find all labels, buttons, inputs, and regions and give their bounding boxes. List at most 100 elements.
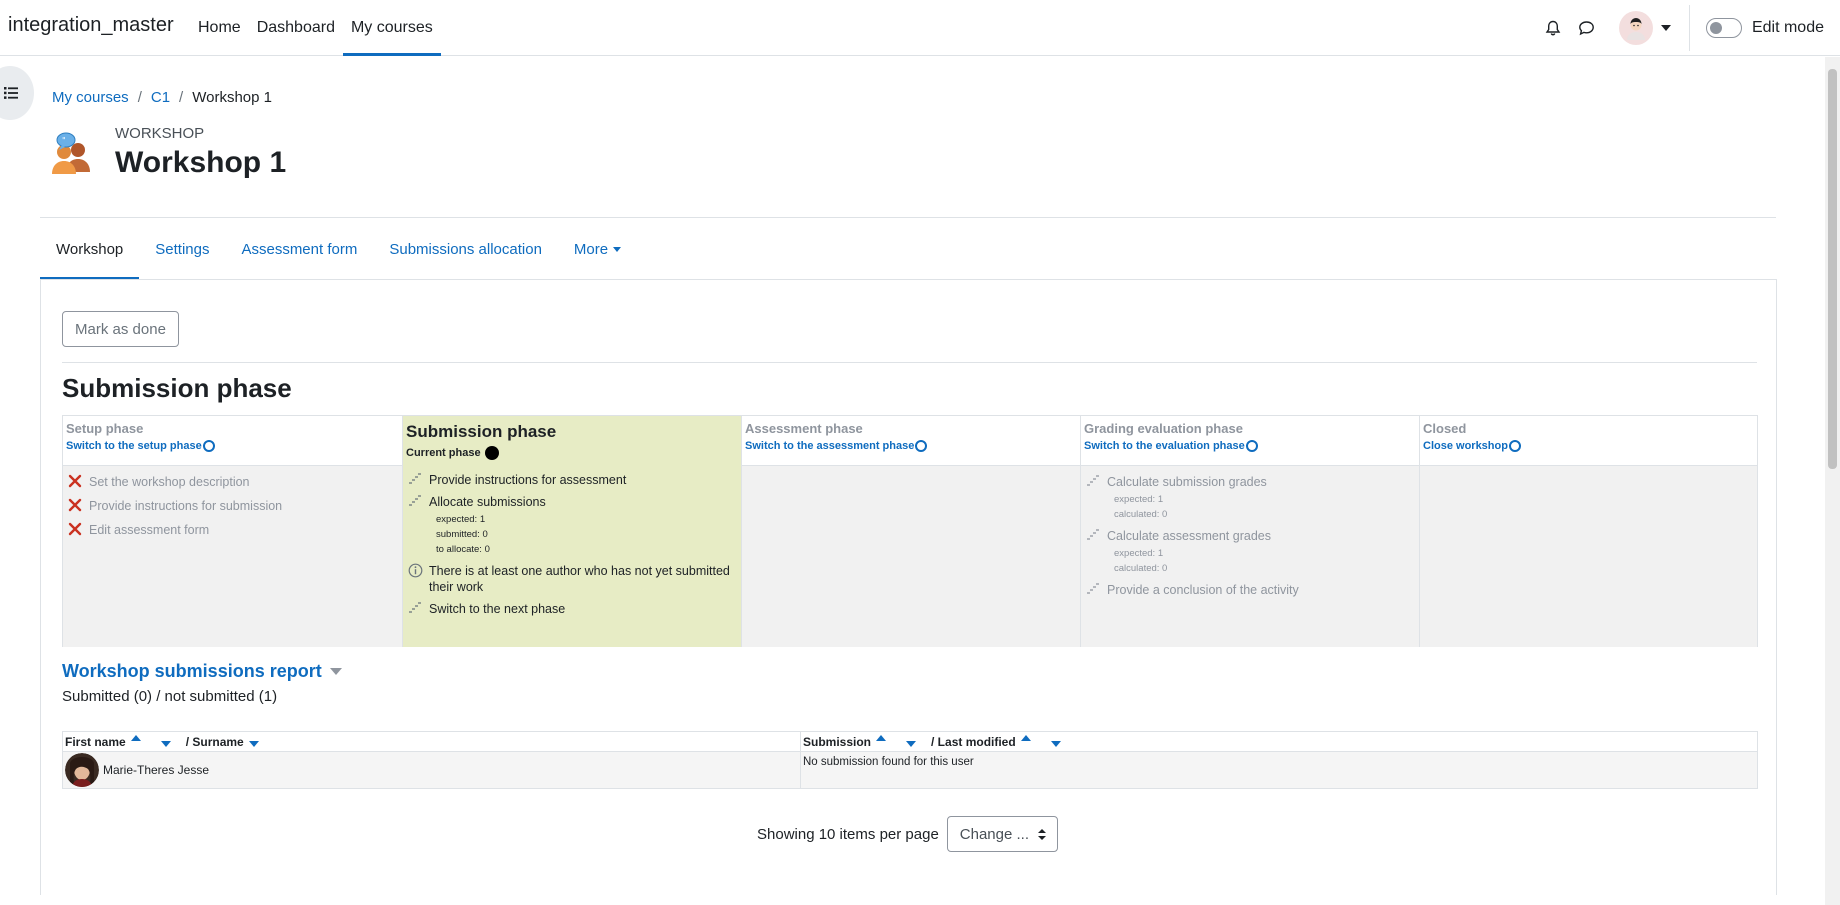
task-item: Set the workshop description	[68, 474, 397, 492]
messages-chat-icon[interactable]	[1571, 12, 1603, 44]
tab-assessment-form[interactable]: Assessment form	[225, 218, 373, 280]
notifications-bell-icon[interactable]	[1537, 12, 1569, 44]
workshop-icon: "	[50, 130, 94, 174]
sort-desc-icon[interactable]	[906, 740, 917, 747]
phase-header: Grading evaluation phase Switch to the e…	[1081, 416, 1419, 466]
close-workshop-link[interactable]: Close workshop	[1423, 440, 1754, 452]
breadcrumb-my-courses[interactable]: My courses	[52, 89, 129, 106]
site-brand[interactable]: integration_master	[8, 14, 174, 37]
participant-name-link[interactable]: Marie-Theres Jesse	[103, 763, 209, 777]
submission-summary: Submitted (0) / not submitted (1)	[62, 688, 278, 705]
task-details: expected: 1 calculated: 0	[1114, 546, 1414, 576]
switch-link-label: Switch to the evaluation phase	[1084, 440, 1245, 452]
phase-closed: Closed Close workshop	[1420, 416, 1757, 647]
switch-to-assessment-phase-link[interactable]: Switch to the assessment phase	[745, 440, 1077, 452]
tab-more[interactable]: More	[558, 218, 637, 280]
task-label: There is at least one author who has not…	[429, 564, 730, 594]
breadcrumb-c1[interactable]: C1	[151, 89, 170, 106]
page-scrollbar[interactable]	[1825, 57, 1840, 905]
sort-desc-icon[interactable]	[248, 740, 259, 747]
detail-calculated: calculated: 0	[1114, 563, 1168, 574]
select-value: Change ...	[959, 825, 1029, 843]
task-item: Provide instructions for submission	[68, 498, 397, 516]
todo-steps-icon	[408, 472, 426, 488]
sort-asc-icon[interactable]	[876, 734, 887, 741]
items-per-page-select[interactable]: Change ...	[946, 816, 1058, 852]
switch-to-setup-phase-link[interactable]: Switch to the setup phase	[66, 440, 399, 452]
switch-link-label: Switch to the setup phase	[66, 440, 202, 452]
phase-name: Setup phase	[66, 421, 144, 436]
sort-desc-icon[interactable]	[160, 740, 171, 747]
switch-phase-icon	[915, 440, 928, 452]
secondary-nav: Workshop Settings Assessment form Submis…	[40, 218, 637, 280]
task-label: Provide instructions for assessment	[429, 473, 627, 487]
top-navbar: integration_master Home Dashboard My cou…	[0, 0, 1840, 56]
detail-expected: expected: 1	[1114, 548, 1164, 559]
svg-text:": "	[62, 136, 66, 145]
sort-asc-icon[interactable]	[1020, 734, 1031, 741]
current-phase-heading: Submission phase	[62, 373, 292, 403]
sort-submission-link[interactable]: Submission	[803, 735, 871, 749]
table-header: First name / Surname Submission / Last m…	[63, 732, 1757, 752]
current-phase-label: Current phase	[406, 447, 481, 459]
phase-setup: Setup phase Switch to the setup phase Se…	[63, 416, 403, 647]
mark-as-done-button[interactable]: Mark as done	[62, 311, 179, 347]
phase-tasks: Provide instructions for assessment Allo…	[403, 466, 741, 647]
sort-surname-link[interactable]: / Surname	[186, 735, 244, 749]
submissions-table: First name / Surname Submission / Last m…	[62, 731, 1758, 789]
tab-settings[interactable]: Settings	[139, 218, 225, 280]
submissions-report-toggle[interactable]: Workshop submissions report	[62, 661, 342, 682]
switch-phase-icon	[1245, 440, 1258, 452]
info-circle-icon	[408, 563, 426, 582]
phase-header: Assessment phase Switch to the assessmen…	[742, 416, 1080, 466]
detail-calculated: calculated: 0	[1114, 509, 1168, 520]
nav-my-courses[interactable]: My courses	[342, 0, 441, 56]
phase-name: Grading evaluation phase	[1084, 421, 1243, 436]
current-phase-indicator: Current phase	[406, 446, 738, 460]
tab-submissions-allocation[interactable]: Submissions allocation	[373, 218, 558, 280]
current-phase-dot-icon	[484, 446, 499, 460]
nav-dashboard[interactable]: Dashboard	[249, 0, 343, 56]
user-avatar[interactable]	[1618, 11, 1653, 45]
tab-more-label: More	[573, 240, 609, 258]
tab-workshop[interactable]: Workshop	[40, 218, 140, 280]
switch-to-evaluation-phase-link[interactable]: Switch to the evaluation phase	[1084, 440, 1416, 452]
fail-cross-icon	[68, 474, 86, 492]
switch-link-label: Switch to the assessment phase	[745, 440, 915, 452]
phase-tasks: Set the workshop description Provide ins…	[63, 466, 402, 647]
column-submission: Submission / Last modified	[801, 732, 1757, 751]
switch-link-label: Close workshop	[1423, 440, 1508, 452]
breadcrumb: My courses / C1 / Workshop 1	[52, 89, 272, 106]
task-item: Edit assessment form	[68, 522, 397, 540]
switch-phase-icon	[202, 440, 215, 452]
sort-last-modified-link[interactable]: / Last modified	[931, 735, 1016, 749]
sort-asc-icon[interactable]	[130, 734, 141, 741]
list-icon	[4, 87, 18, 99]
todo-steps-icon	[408, 494, 426, 510]
participant-cell: Marie-Theres Jesse	[63, 752, 801, 788]
sort-desc-icon[interactable]	[1050, 740, 1061, 747]
phase-name: Submission phase	[406, 422, 557, 441]
user-menu-chevron-down-icon[interactable]	[1660, 25, 1671, 31]
page-title: Workshop 1	[115, 146, 287, 179]
task-details: expected: 1 submitted: 0 to allocate: 0	[436, 512, 736, 557]
main-content: Mark as done Submission phase Setup phas…	[40, 279, 1777, 895]
scrollbar-thumb[interactable]	[1828, 69, 1837, 469]
sort-first-name-link[interactable]: First name	[65, 735, 126, 749]
todo-steps-icon	[1086, 528, 1104, 544]
user-plan-phases: Setup phase Switch to the setup phase Se…	[62, 415, 1758, 647]
todo-steps-icon	[1086, 582, 1104, 598]
phase-tasks	[742, 466, 1080, 647]
navbar-right: Edit mode	[1537, 0, 1840, 56]
task-label: Switch to the next phase	[429, 602, 566, 616]
nav-home[interactable]: Home	[190, 0, 249, 56]
report-title: Workshop submissions report	[62, 661, 322, 681]
chevron-down-icon	[613, 246, 622, 252]
task-label: Provide a conclusion of the activity	[1107, 583, 1299, 597]
participant-avatar[interactable]	[65, 753, 99, 787]
module-type-label: WORKSHOP	[115, 125, 205, 142]
edit-mode-toggle[interactable]	[1705, 18, 1742, 38]
phase-name: Assessment phase	[745, 421, 863, 436]
todo-steps-icon	[408, 601, 426, 617]
course-index-toggle[interactable]	[0, 66, 34, 120]
